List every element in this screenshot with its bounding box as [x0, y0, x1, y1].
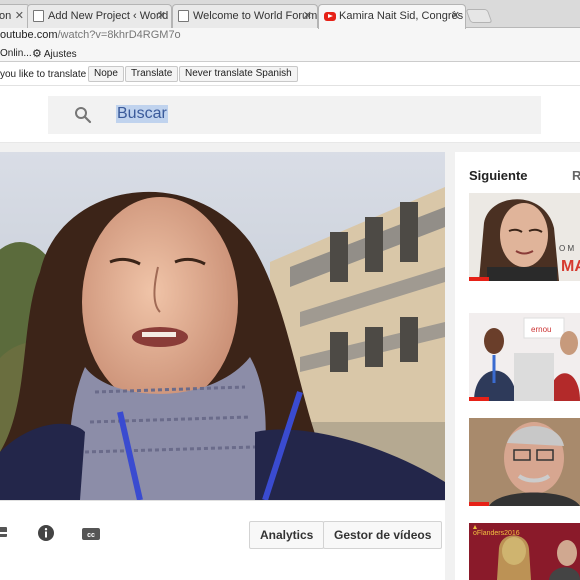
video-action-bar: cc Analytics Gestor de vídeos	[0, 500, 445, 580]
thumbnail-overlay-text: O M	[559, 244, 574, 253]
watched-progress-bar	[469, 397, 489, 401]
thumbnail-image	[469, 418, 580, 506]
analytics-button[interactable]: Analytics	[249, 521, 325, 549]
bookmarks-bar: Onlin... ⚙ Ajustes	[0, 46, 580, 62]
up-next-heading: Siguiente	[469, 168, 528, 183]
tab-title: Welcome to World Forum on Local Economic…	[193, 10, 318, 22]
address-bar[interactable]: outube.com/watch?v=8khrD4RGM7o	[0, 28, 580, 46]
up-next-sidebar: Siguiente R O M MA ernou	[455, 152, 580, 580]
tab-browser-4-active[interactable]: Kamira Nait Sid, Congrès Mondial ✕	[318, 4, 466, 29]
tab-strip: on ✕ Add New Project ‹ World Forum on Lo…	[0, 0, 580, 29]
svg-text:cc: cc	[87, 532, 95, 539]
autoplay-label[interactable]: R	[572, 168, 580, 183]
url-text[interactable]: outube.com/watch?v=8khrD4RGM7o	[0, 29, 181, 41]
thumbnail-overlay-text: ernou	[531, 325, 551, 334]
url-path: /watch?v=8khrD4RGM7o	[57, 29, 181, 41]
bookmark-label: Ajustes	[43, 49, 77, 60]
tab-browser-1[interactable]: on ✕	[0, 4, 30, 28]
url-domain: outube.com	[0, 29, 58, 41]
thumbnail-image: oFlanders2016	[469, 523, 580, 580]
video-manager-button[interactable]: Gestor de vídeos	[323, 521, 443, 549]
bookmark-ajustes[interactable]: ⚙ Ajustes	[32, 47, 77, 60]
translate-bar: you like to translate it? Nope Translate…	[0, 62, 580, 86]
search-icon[interactable]	[74, 106, 92, 124]
up-next-thumbnail-2[interactable]: ernou	[469, 313, 580, 401]
close-icon[interactable]: ✕	[157, 5, 166, 27]
watched-progress-bar	[469, 502, 489, 506]
translate-button[interactable]: Translate	[125, 66, 179, 82]
up-next-thumbnail-1[interactable]: O M MA	[469, 193, 580, 281]
watched-progress-bar	[469, 277, 489, 281]
close-icon[interactable]: ✕	[303, 5, 312, 27]
up-next-thumbnail-4[interactable]: oFlanders2016	[469, 523, 580, 580]
search-box[interactable]: Buscar	[48, 96, 541, 134]
tab-browser-2[interactable]: Add New Project ‹ World Forum on Local E…	[27, 4, 172, 28]
new-tab-button[interactable]	[465, 9, 493, 23]
gear-icon: ⚙	[32, 48, 42, 60]
tab-title: on	[0, 10, 12, 22]
page-icon	[33, 10, 44, 22]
tab-title: Kamira Nait Sid, Congrès Mondial	[339, 10, 465, 22]
youtube-page: Buscar cc Analytics Gestor de vídeos Sig…	[0, 86, 580, 580]
tab-browser-3[interactable]: Welcome to World Forum on Local Economic…	[172, 4, 318, 28]
youtube-favicon-icon	[324, 12, 336, 21]
never-translate-button[interactable]: Never translate Spanish	[179, 66, 298, 82]
video-frame-image	[0, 152, 445, 500]
thumbnail-image: ernou	[469, 313, 580, 401]
masthead: Buscar	[0, 86, 580, 143]
thumbnail-overlay-text-2: MA	[561, 258, 580, 275]
search-input[interactable]: Buscar	[116, 105, 168, 123]
thumbnail-image: O M MA	[469, 193, 580, 281]
up-next-thumbnail-3[interactable]	[469, 418, 580, 506]
close-icon[interactable]: ✕	[451, 5, 460, 27]
card-icon[interactable]	[0, 525, 9, 539]
close-icon[interactable]: ✕	[15, 5, 24, 27]
video-player[interactable]	[0, 152, 445, 500]
translate-question: you like to translate it?	[0, 69, 100, 80]
page-icon	[178, 10, 189, 22]
tab-title: Add New Project ‹ World Forum on Local E…	[48, 10, 171, 22]
nope-button[interactable]: Nope	[88, 66, 124, 82]
closed-captions-icon[interactable]: cc	[82, 527, 100, 541]
bookmark-item[interactable]: Onlin...	[0, 48, 32, 59]
info-icon[interactable]	[38, 525, 54, 541]
